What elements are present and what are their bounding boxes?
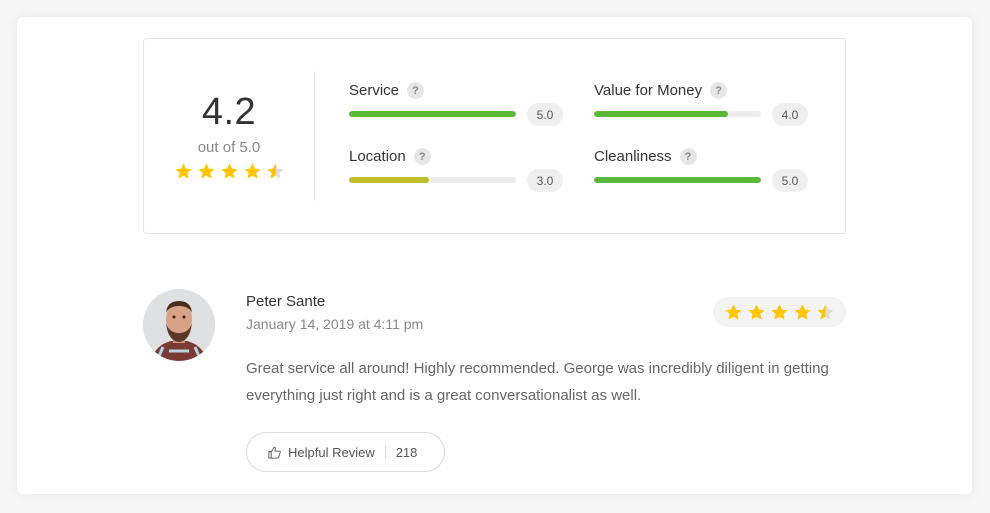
category-bar-fill: [349, 111, 516, 117]
category-bar-fill: [594, 177, 761, 183]
star-half-icon: [817, 303, 834, 320]
category-label: Service: [349, 82, 400, 99]
category-value: 5.0: [772, 169, 808, 192]
category-bar: [594, 111, 761, 117]
category-bar: [594, 177, 761, 183]
review-rating-badge: [713, 297, 846, 327]
star-full-icon: [794, 303, 811, 320]
help-icon[interactable]: ?: [407, 82, 425, 99]
star-full-icon: [198, 163, 215, 179]
category-value: 4.0: [772, 103, 808, 126]
overall-rating: 4.2 out of 5.0: [144, 39, 314, 233]
category-value: 5.0: [527, 103, 563, 126]
overall-out-of: out of 5.0: [197, 139, 261, 156]
category-label: Location: [349, 148, 406, 165]
category-value-for-money: Value for Money? 4.0: [594, 82, 809, 132]
helpful-count: 218: [395, 444, 418, 460]
category-label: Value for Money: [594, 82, 703, 99]
star-full-icon: [175, 163, 192, 179]
category-location: Location? 3.0: [349, 148, 564, 198]
help-icon[interactable]: ?: [679, 148, 697, 165]
reviewer-avatar[interactable]: [143, 289, 215, 361]
star-full-icon: [221, 163, 238, 179]
reviewer-name: Peter Sante: [246, 293, 326, 310]
category-bar-fill: [594, 111, 728, 117]
helpful-label: Helpful Review: [288, 444, 375, 460]
reviews-card: 4.2 out of 5.0 Service? 5.0 Value for Mo…: [17, 17, 972, 494]
thumbs-up-icon: [268, 446, 281, 459]
category-label: Cleanliness: [594, 148, 672, 165]
category-bar: [349, 177, 516, 183]
star-full-icon: [244, 163, 261, 179]
star-full-icon: [725, 303, 742, 320]
avatar-image: [143, 289, 215, 361]
rating-summary: 4.2 out of 5.0 Service? 5.0 Value for Mo…: [143, 38, 846, 234]
helpful-review-button[interactable]: Helpful Review 218: [246, 432, 445, 472]
category-service: Service? 5.0: [349, 82, 564, 132]
category-cleanliness: Cleanliness? 5.0: [594, 148, 809, 198]
star-full-icon: [771, 303, 788, 320]
overall-stars: [174, 162, 285, 181]
star-half-icon: [267, 163, 284, 179]
summary-divider: [314, 71, 315, 201]
help-icon[interactable]: ?: [413, 148, 431, 165]
review-text: Great service all around! Highly recomme…: [246, 360, 829, 404]
star-full-icon: [748, 303, 765, 320]
category-value: 3.0: [527, 169, 563, 192]
review-stars: [724, 303, 835, 322]
helpful-separator: [384, 445, 386, 459]
overall-score: 4.2: [201, 91, 257, 133]
help-icon[interactable]: ?: [710, 82, 728, 99]
category-bar-fill: [349, 177, 430, 183]
review-date: January 14, 2019 at 4:11 pm: [246, 316, 424, 332]
category-bar: [349, 111, 516, 117]
